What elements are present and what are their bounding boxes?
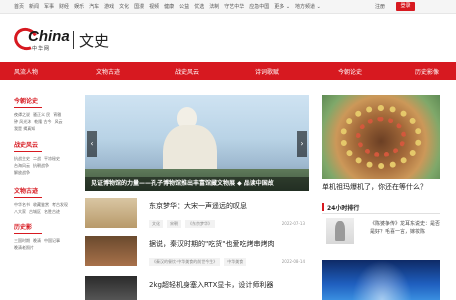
top-nav-culture[interactable]: 文化 bbox=[119, 3, 129, 11]
sidebar-link[interactable]: 中华名书 bbox=[14, 202, 30, 207]
top-nav-military[interactable]: 军事 bbox=[44, 3, 54, 11]
sidebar-title[interactable]: 文物古迹 bbox=[14, 186, 42, 198]
top-nav-more[interactable]: 更多 ⌄ bbox=[274, 3, 290, 11]
register-link[interactable]: 注册 bbox=[375, 3, 385, 10]
news-tags: 《秦汉的餐饮·中华美食的前世今生》 中华美食 bbox=[149, 258, 247, 266]
section-title: 文史 bbox=[79, 32, 110, 50]
sidebar-title[interactable]: 今朝论史 bbox=[14, 96, 42, 108]
login-button[interactable]: 登录 bbox=[396, 2, 415, 11]
logo-brand-cn: 中华网 bbox=[32, 46, 51, 52]
top-nav-local[interactable]: 地方频道 ⌄ bbox=[295, 3, 321, 11]
ranking-thumbnail[interactable] bbox=[326, 218, 354, 244]
news-title[interactable]: 2kg超轻机身塞入RTX显卡，设计师利器 bbox=[149, 280, 273, 290]
main-nav-people[interactable]: 风流人物 bbox=[14, 67, 38, 76]
top-nav-select[interactable]: 优选 bbox=[194, 3, 204, 11]
news-item[interactable]: 据说，秦汉时期的"吃货"也爱吃烤串烤肉 《秦汉的餐饮·中华美食的前世今生》 中华… bbox=[85, 236, 309, 268]
ranking-item[interactable]: 《陈婆争传》龙耳东说史：是否是好？毛喜一言，嫁妆陈 bbox=[322, 218, 440, 246]
main-nav-images[interactable]: 历史影像 bbox=[415, 67, 439, 76]
sidebar-section: 文物古迹 中华名书 收藏鉴赏 考古发现 八大家 古城区 名胜古迹 bbox=[14, 186, 74, 215]
logo-divider bbox=[73, 31, 74, 49]
sidebar-link[interactable]: 骚正义 民 bbox=[33, 112, 50, 117]
news-tag[interactable]: 宋朝 bbox=[167, 220, 181, 228]
top-nav-home[interactable]: 首页 bbox=[14, 3, 24, 11]
sidebar-section: 历史影 三国时期 晚清 中国记事 晚清老照片 bbox=[14, 222, 74, 251]
sidebar-link[interactable]: 晚清 bbox=[33, 238, 41, 243]
news-tag[interactable]: 《秦汉的餐饮·中华美食的前世今生》 bbox=[149, 258, 221, 266]
top-nav-entertainment[interactable]: 娱乐 bbox=[74, 3, 84, 11]
news-tags: 文化 宋朝 《东京梦华》 bbox=[149, 220, 215, 228]
news-tag[interactable]: 中华美食 bbox=[224, 258, 247, 266]
sidebar-link[interactable]: 风云 bbox=[55, 119, 63, 124]
hero-carousel[interactable]: ‹ › 见证博物馆的力量——孔子博物馆推出丰富馆藏文物展 ◆ 品读中国故 bbox=[85, 95, 309, 191]
ranking-header: 24小时排行 bbox=[322, 202, 440, 214]
news-title[interactable]: 东京梦华：大宋一声遥远的叹息 bbox=[149, 201, 247, 211]
carousel-next-button[interactable]: › bbox=[297, 131, 307, 157]
sidebar-link[interactable]: 乾隆 古今 bbox=[34, 119, 51, 124]
sidebar-title[interactable]: 历史影 bbox=[14, 222, 42, 234]
ranking-title: 24小时排行 bbox=[327, 205, 360, 212]
sidebar-link[interactable]: 平凉秘史 bbox=[44, 156, 60, 161]
sidebar-title[interactable]: 战史风云 bbox=[14, 140, 42, 152]
sidebar-link[interactable]: 中国记事 bbox=[44, 238, 60, 243]
top-nav: 首页 新闻 军事 财经 娱乐 汽车 游戏 文化 国漫 视频 健康 公益 优选 法… bbox=[14, 3, 326, 11]
top-nav-craft[interactable]: 守艺中华 bbox=[224, 3, 244, 11]
game-ad-caption[interactable]: 单机祖玛爆机了，你还在等什么？ bbox=[322, 182, 440, 192]
main-nav-war[interactable]: 战史风云 bbox=[175, 67, 199, 76]
sidebar-link[interactable]: 考古发现 bbox=[52, 202, 68, 207]
logo-brand: China bbox=[28, 28, 70, 45]
top-nav-comics[interactable]: 国漫 bbox=[134, 3, 144, 11]
sidebar-link[interactable]: 三国时期 bbox=[14, 238, 30, 243]
game-ad-image[interactable] bbox=[322, 95, 440, 179]
top-bar: 首页 新闻 军事 财经 娱乐 汽车 游戏 文化 国漫 视频 健康 公益 优选 法… bbox=[0, 0, 456, 14]
sidebar-link[interactable]: 八大家 bbox=[14, 209, 26, 214]
top-nav-news[interactable]: 新闻 bbox=[29, 3, 39, 11]
sidebar-link[interactable]: 解放战争 bbox=[14, 170, 30, 175]
site-logo[interactable]: China 中华网 文史 bbox=[10, 24, 114, 56]
sidebar-link[interactable]: 晚清老照片 bbox=[14, 245, 34, 250]
sidebar-link[interactable]: 古城区 bbox=[29, 209, 41, 214]
top-nav-emergency[interactable]: 应急中国 bbox=[249, 3, 269, 11]
news-tag[interactable]: 文化 bbox=[149, 220, 163, 228]
news-thumbnail[interactable] bbox=[85, 276, 137, 300]
sidebar-link[interactable]: 钟 风光沐 bbox=[14, 119, 31, 124]
main-nav-poetry[interactable]: 诗词歌赋 bbox=[255, 67, 279, 76]
main-nav: 风流人物 文物古迹 战史风云 诗词歌赋 今朝论史 历史影像 bbox=[0, 62, 456, 80]
carousel-prev-button[interactable]: ‹ bbox=[87, 131, 97, 157]
sidebar-link[interactable]: 宵雅 bbox=[53, 112, 61, 117]
sidebar-section: 今朝论史 夜谭之说 骚正义 民宵雅 钟 风光沐 乾隆 古今 风云 我是 揭真知 bbox=[14, 96, 74, 132]
news-item[interactable]: 2kg超轻机身塞入RTX显卡，设计师利器 bbox=[85, 276, 309, 300]
news-tag[interactable]: 《东京梦华》 bbox=[185, 220, 215, 228]
news-title[interactable]: 据说，秦汉时期的"吃货"也爱吃烤串烤肉 bbox=[149, 239, 274, 249]
top-nav-charity[interactable]: 公益 bbox=[179, 3, 189, 11]
news-item[interactable]: 东京梦华：大宋一声遥远的叹息 文化 宋朝 《东京梦华》 2022-07-13 bbox=[85, 198, 309, 230]
news-thumbnail[interactable] bbox=[85, 198, 137, 228]
sidebar-section: 战史风云 抗战主史 二战 平凉秘史 台海风云 抗朝战争 解放战争 bbox=[14, 140, 74, 176]
stadium-image[interactable] bbox=[322, 260, 440, 300]
top-nav-law[interactable]: 法制 bbox=[209, 3, 219, 11]
sidebar-link[interactable]: 台海风云 bbox=[14, 163, 30, 168]
main-nav-history-talk[interactable]: 今朝论史 bbox=[338, 67, 362, 76]
top-nav-auto[interactable]: 汽车 bbox=[89, 3, 99, 11]
news-thumbnail[interactable] bbox=[85, 236, 137, 266]
ranking-item-title[interactable]: 《陈婆争传》龙耳东说史：是否是好？毛喜一言，嫁妆陈 bbox=[370, 220, 440, 236]
sidebar-link[interactable]: 名胜古迹 bbox=[44, 209, 60, 214]
news-date: 2022-07-13 bbox=[281, 221, 305, 226]
main-nav-relics[interactable]: 文物古迹 bbox=[96, 67, 120, 76]
news-date: 2022-08-14 bbox=[281, 259, 305, 264]
top-nav-games[interactable]: 游戏 bbox=[104, 3, 114, 11]
top-nav-health[interactable]: 健康 bbox=[164, 3, 174, 11]
sidebar-link[interactable]: 二战 bbox=[33, 156, 41, 161]
sidebar-link[interactable]: 我是 揭真知 bbox=[14, 126, 35, 131]
sidebar-link[interactable]: 抗朝战争 bbox=[33, 163, 49, 168]
hero-caption[interactable]: 见证博物馆的力量——孔子博物馆推出丰富馆藏文物展 ◆ 品读中国故 bbox=[85, 177, 309, 191]
top-nav-video[interactable]: 视频 bbox=[149, 3, 159, 11]
sidebar-link[interactable]: 收藏鉴赏 bbox=[33, 202, 49, 207]
top-nav-finance[interactable]: 财经 bbox=[59, 3, 69, 11]
sidebar-link[interactable]: 夜谭之说 bbox=[14, 112, 30, 117]
sidebar-link[interactable]: 抗战主史 bbox=[14, 156, 30, 161]
